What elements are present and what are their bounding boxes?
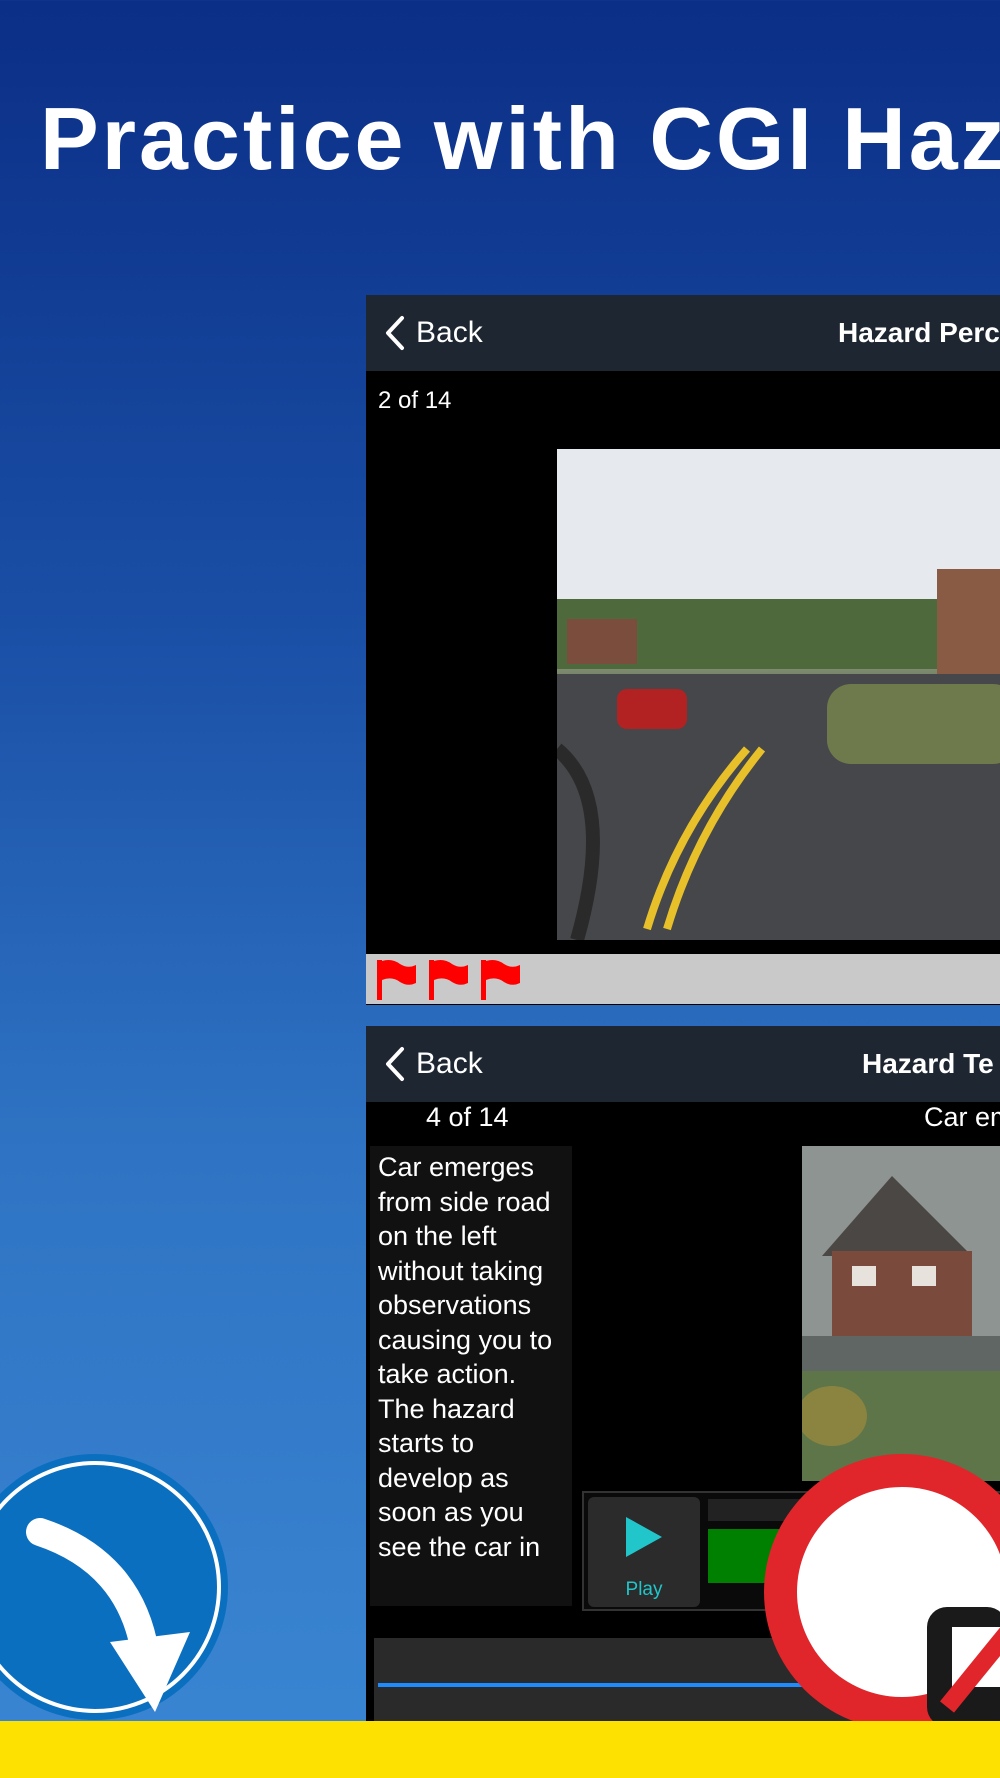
navbar: Back Hazard Te: [366, 1026, 1000, 1102]
hazard-video[interactable]: [557, 449, 1000, 940]
chevron-left-icon: [386, 316, 404, 350]
play-label: Play: [625, 1579, 663, 1600]
flag-icon: [429, 960, 468, 1000]
nav-title: Hazard Perc: [838, 317, 1000, 348]
headline: Practice with CGI Haz: [40, 89, 1000, 188]
navbar: Back Hazard Perc: [366, 295, 1000, 371]
no-entry-sign-icon: [764, 1454, 1000, 1730]
back-button[interactable]: Back: [384, 1026, 483, 1102]
play-icon: [626, 1517, 662, 1557]
clip-counter: 2 of 14: [378, 387, 452, 414]
flag-icon: [481, 960, 520, 1000]
flag-icon: [377, 960, 416, 1000]
nav-title: Hazard Te: [862, 1048, 994, 1079]
chevron-left-icon: [386, 1047, 404, 1081]
back-label: Back: [416, 316, 483, 349]
clip-caption: Car em: [924, 1102, 1000, 1132]
flag-bar: [366, 954, 1000, 1004]
house-scene-image: [802, 1146, 1000, 1481]
back-button[interactable]: Back: [384, 295, 483, 371]
keep-left-sign-icon: [0, 1454, 228, 1720]
hazard-video[interactable]: [802, 1146, 1000, 1481]
road-scene-image: [557, 449, 1000, 940]
back-label: Back: [416, 1047, 483, 1080]
hazard-description: Car emerges from side road on the left w…: [370, 1146, 572, 1606]
footer-bar: [0, 1721, 1000, 1778]
clip-counter: 4 of 14: [426, 1102, 509, 1132]
hazard-perception-screen: Back Hazard Perc 2 of 14: [366, 295, 1000, 1005]
play-button[interactable]: Play: [588, 1497, 700, 1607]
